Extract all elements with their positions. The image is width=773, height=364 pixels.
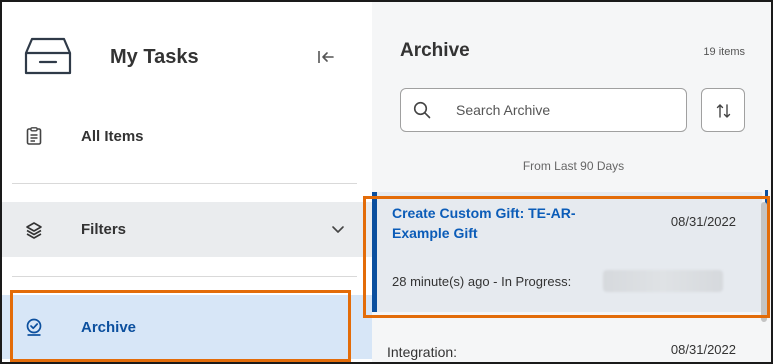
section-title: Archive bbox=[400, 40, 470, 61]
task-title[interactable]: Create Custom Gift: TE-AR-Example Gift bbox=[392, 203, 622, 243]
sidebar-item-label: All Items bbox=[81, 127, 144, 145]
panel-header: My Tasks bbox=[2, 2, 372, 102]
sidebar-item-label: Archive bbox=[81, 318, 137, 336]
date-range-label: From Last 90 Days bbox=[522, 159, 625, 173]
item-count: 19 items bbox=[703, 46, 745, 58]
task-date: 08/31/2022 bbox=[670, 214, 736, 229]
sidebar-item-all-items[interactable]: All Items bbox=[2, 110, 372, 162]
app-frame: My Tasks All Items Filters Archive Archi… bbox=[0, 0, 773, 364]
scrollbar[interactable] bbox=[761, 202, 767, 322]
sort-button[interactable] bbox=[701, 88, 745, 132]
search-icon bbox=[413, 101, 431, 119]
check-circle-icon bbox=[26, 318, 42, 336]
sidebar-item-archive[interactable]: Archive bbox=[2, 295, 372, 359]
collapse-panel-icon[interactable] bbox=[317, 49, 335, 65]
sort-icon bbox=[716, 104, 731, 118]
right-panel: Archive 19 items From Last 90 Days Creat… bbox=[372, 2, 771, 362]
page-title: My Tasks bbox=[110, 46, 199, 68]
chevron-down-icon[interactable] bbox=[331, 222, 345, 236]
divider bbox=[12, 183, 357, 184]
task-list-item[interactable]: Create Custom Gift: TE-AR-Example Gift 0… bbox=[372, 192, 762, 312]
inbox-icon bbox=[24, 37, 72, 75]
search-box[interactable] bbox=[400, 88, 687, 132]
task-status: 28 minute(s) ago - In Progress: bbox=[392, 274, 572, 289]
task-title[interactable]: Integration: bbox=[387, 342, 617, 362]
left-panel: My Tasks All Items Filters Archive bbox=[2, 2, 372, 362]
sidebar-item-label: Filters bbox=[81, 221, 127, 238]
redacted-text bbox=[603, 270, 723, 292]
divider bbox=[12, 276, 357, 277]
task-date: 08/31/2022 bbox=[670, 342, 736, 357]
clipboard-icon bbox=[26, 127, 42, 145]
task-list-item[interactable]: Integration: 08/31/2022 bbox=[372, 324, 762, 362]
layers-icon bbox=[26, 221, 42, 239]
search-input[interactable] bbox=[456, 99, 676, 121]
sidebar-item-filters[interactable]: Filters bbox=[2, 202, 372, 257]
